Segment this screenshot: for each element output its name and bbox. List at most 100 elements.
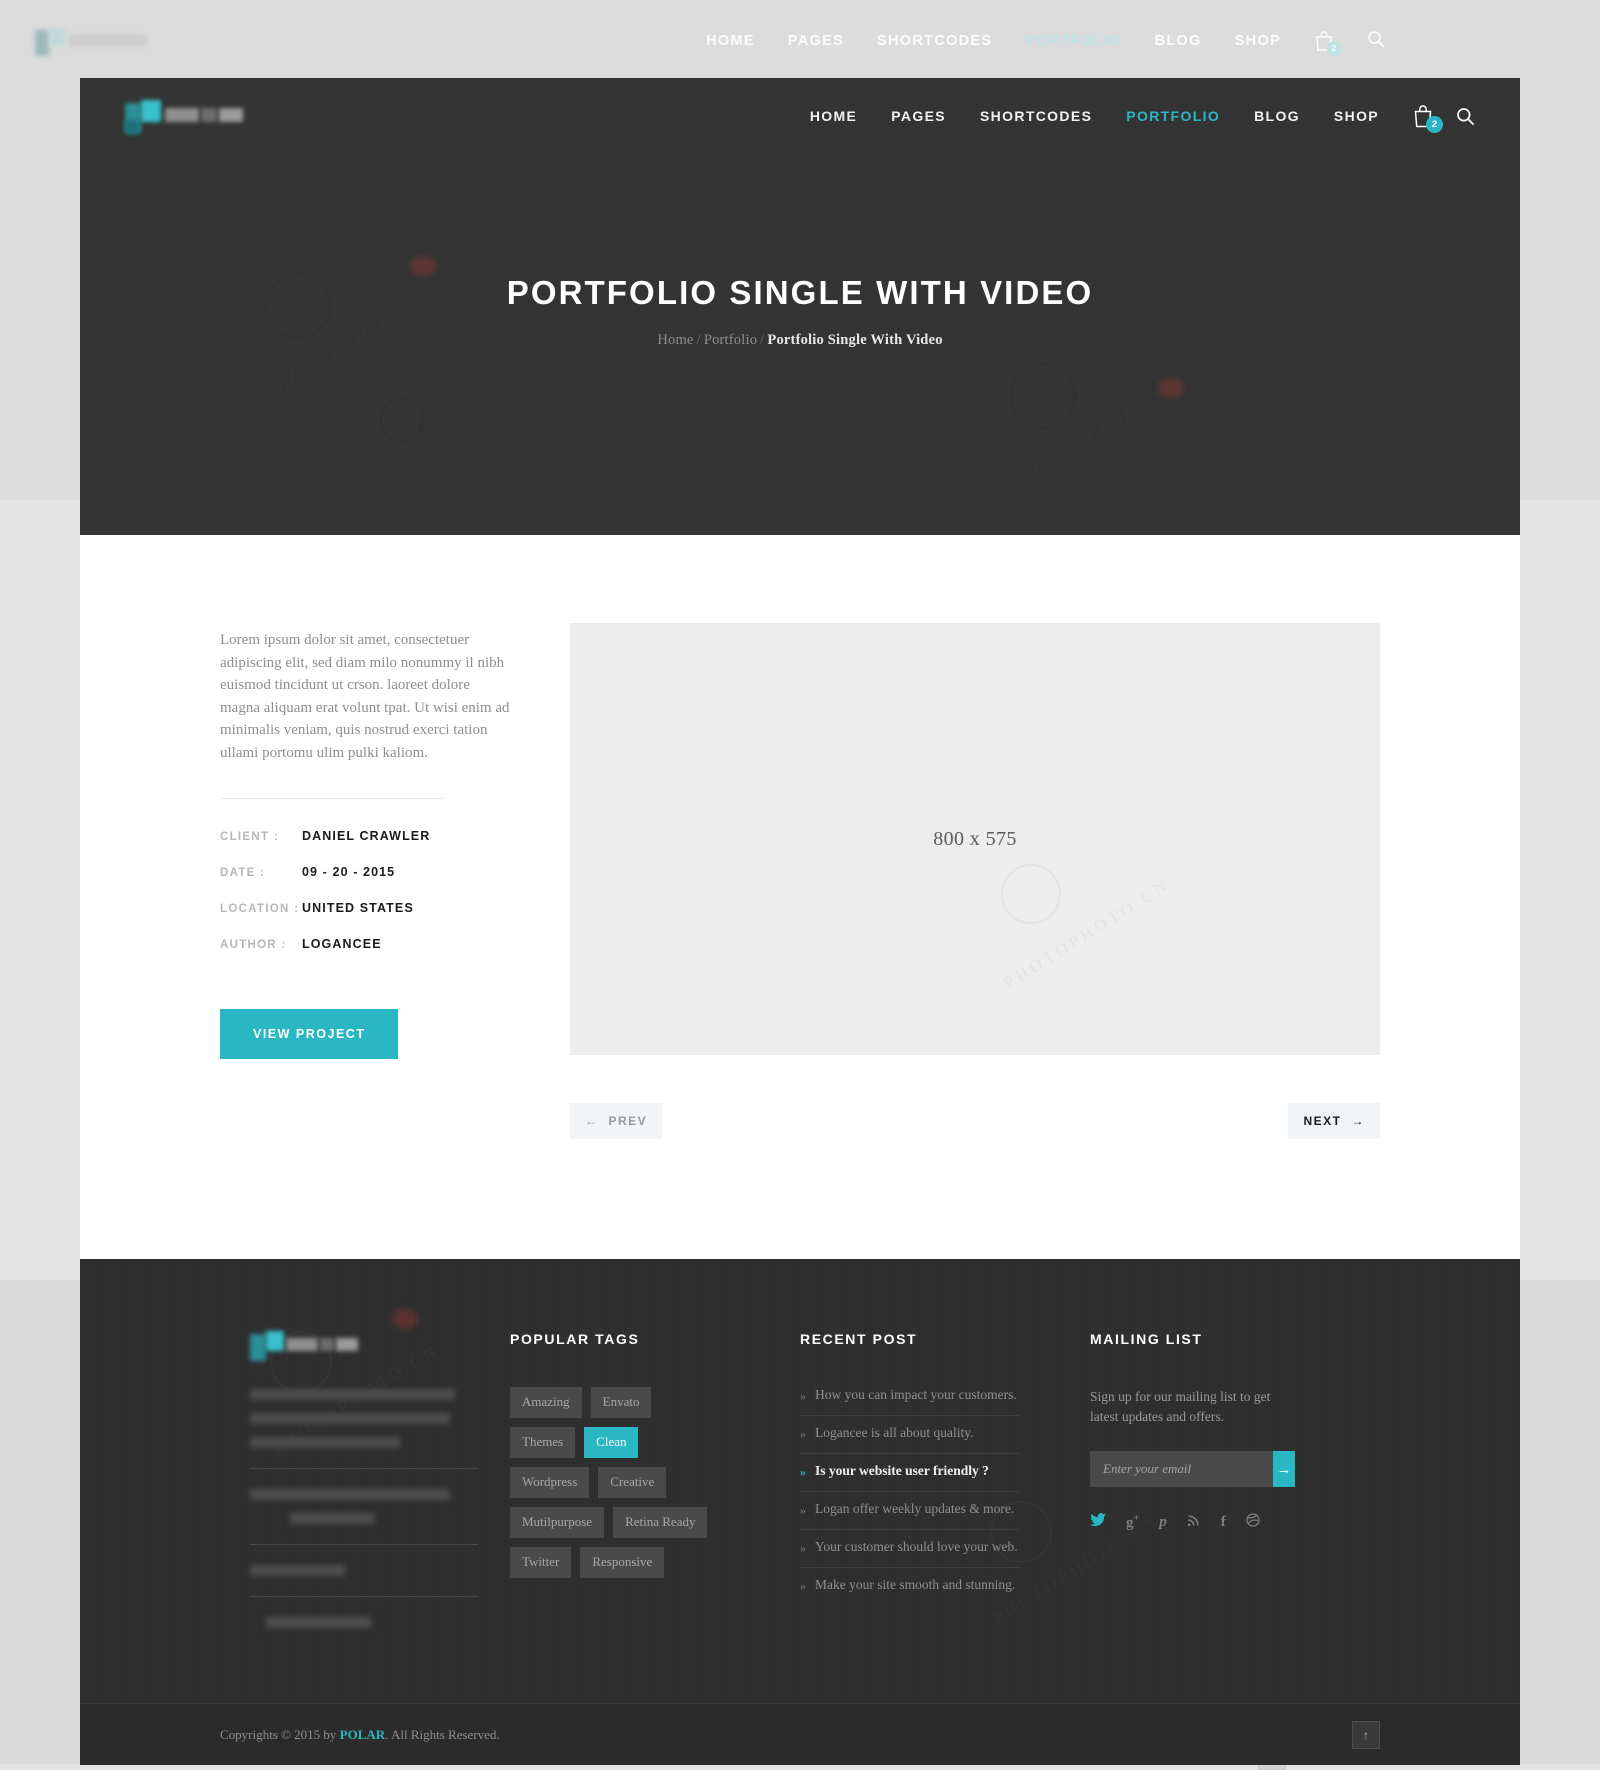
email-field[interactable] — [1090, 1451, 1273, 1487]
footer-mailing-column: MAILING LIST Sign up for our mailing lis… — [1090, 1331, 1380, 1641]
twitter-icon[interactable] — [1090, 1513, 1106, 1531]
rss-icon[interactable] — [1187, 1513, 1201, 1531]
breadcrumb-portfolio[interactable]: Portfolio — [704, 332, 757, 348]
dribbble-icon[interactable] — [1246, 1513, 1260, 1531]
scroll-to-top-button[interactable]: ↑ — [1352, 1720, 1380, 1749]
tag-item[interactable]: Responsive — [580, 1547, 665, 1578]
cart-badge: 2 — [1426, 116, 1443, 133]
breadcrumb-current: Portfolio Single With Video — [767, 332, 943, 348]
top-navigation-bar: HOME PAGES SHORTCODES PORTFOLIO BLOG SHO… — [80, 78, 1520, 154]
tag-item[interactable]: Twitter — [510, 1547, 572, 1578]
breadcrumb: Home / Portfolio / Portfolio Single With Vid… — [80, 332, 1520, 349]
nav-item-blog[interactable]: BLOG — [1237, 101, 1317, 131]
underlay-nav-item-1[interactable]: PAGES — [788, 33, 844, 49]
mailing-list-text: Sign up for our mailing list to get late… — [1090, 1389, 1271, 1424]
nav-item-home[interactable]: HOME — [793, 101, 874, 131]
copyright-pre: Copyrights © 2015 by — [220, 1726, 340, 1742]
prev-label: PREV — [608, 1114, 648, 1128]
list-item-active[interactable]: » Is your website user friendly ? — [800, 1454, 1020, 1492]
video-player[interactable]: 800 x 575 PHOTOPHOTO.CN — [570, 623, 1380, 1055]
tag-item[interactable]: Amazing — [510, 1387, 582, 1418]
tag-item[interactable]: Wordpress — [510, 1467, 590, 1498]
footer-bottom-inner: Copyrights © 2015 by POLAR. All Rights R… — [220, 1720, 1380, 1749]
footer-about-line — [250, 1413, 450, 1424]
underlay-nav-item-3[interactable]: PORTFOLIO — [1025, 33, 1121, 49]
tag-item[interactable]: Mutilpurpose — [510, 1507, 605, 1538]
breadcrumb-separator: / — [760, 332, 765, 348]
watermark-text: PHOTOPHOTO.CN — [1000, 874, 1174, 993]
header-icons: 2 — [1412, 104, 1475, 133]
project-meta-client: CLIENT : DANIEL CRAWLER — [220, 829, 510, 843]
recent-post-label: Your customer should love your web. — [815, 1539, 1018, 1554]
main-navigation: HOME PAGES SHORTCODES PORTFOLIO BLOG SHO… — [793, 101, 1475, 133]
meta-value-client: DANIEL CRAWLER — [302, 829, 431, 843]
prev-project-button[interactable]: ← PREV — [570, 1103, 663, 1139]
underlay-nav-item-0[interactable]: HOME — [706, 33, 755, 49]
list-item[interactable]: » How you can impact your customers. — [800, 1387, 1020, 1416]
shopping-bag-icon[interactable]: 2 — [1412, 104, 1443, 133]
search-icon[interactable] — [1456, 107, 1475, 126]
list-item[interactable]: » Logancee is all about quality. — [800, 1416, 1020, 1454]
tag-item[interactable]: Themes — [510, 1427, 576, 1458]
meta-value-date: 09 - 20 - 2015 — [302, 865, 396, 879]
nav-item-portfolio[interactable]: PORTFOLIO — [1109, 101, 1237, 131]
nav-item-pages[interactable]: PAGES — [874, 101, 963, 131]
tag-item-active[interactable]: Clean — [584, 1427, 639, 1458]
list-item[interactable]: » Logan offer weekly updates & more. — [800, 1492, 1020, 1530]
footer-columns: POPULAR TAGS Amazing Envato Themes Clean… — [220, 1331, 1380, 1641]
footer-bottom-bar: Copyrights © 2015 by POLAR. All Rights R… — [80, 1703, 1520, 1765]
recent-post-label: Logan offer weekly updates & more. — [815, 1501, 1015, 1516]
next-project-button[interactable]: NEXT → — [1288, 1103, 1380, 1139]
hero-content: PORTFOLIO SINGLE WITH VIDEO Home / Portfol… — [80, 274, 1520, 349]
copyright-post: . All Rights Reserved. — [385, 1726, 500, 1742]
project-meta-location: LOCATION : UNITED STATES — [220, 901, 510, 915]
tag-item[interactable]: Envato — [590, 1387, 652, 1418]
breadcrumb-separator: / — [696, 332, 701, 348]
footer-about-line — [250, 1437, 400, 1448]
list-item[interactable]: » Your customer should love your web. — [800, 1530, 1020, 1568]
nav-item-shop[interactable]: SHOP — [1317, 101, 1396, 131]
underlay-cart-icon[interactable]: 2 — [1314, 30, 1342, 56]
underlay-search-icon[interactable] — [1367, 30, 1385, 52]
popular-tags-title: POPULAR TAGS — [510, 1331, 640, 1347]
google-plus-icon[interactable]: g+ — [1126, 1513, 1139, 1531]
footer-about-column — [220, 1331, 510, 1641]
watermark-ring — [1010, 363, 1076, 429]
chevron-right-icon: » — [800, 1389, 806, 1403]
divider — [250, 1468, 478, 1469]
footer-about-line — [250, 1389, 455, 1400]
facebook-icon[interactable]: f — [1221, 1514, 1226, 1530]
pinterest-icon[interactable]: p — [1159, 1514, 1167, 1530]
meta-value-author: LOGANCEE — [302, 937, 382, 951]
video-placeholder-label: 800 x 575 — [933, 827, 1017, 850]
watermark-dot — [392, 1309, 418, 1329]
underlay-nav-item-4[interactable]: BLOG — [1155, 33, 1202, 49]
project-meta-date: DATE : 09 - 20 - 2015 — [220, 865, 510, 879]
subscribe-button[interactable]: → — [1273, 1451, 1295, 1487]
tag-item[interactable]: Retina Ready — [613, 1507, 708, 1538]
nav-item-shortcodes[interactable]: SHORTCODES — [963, 101, 1109, 131]
main-content: Lorem ipsum dolor sit amet, consectetuer… — [80, 535, 1520, 1259]
footer-about-line — [250, 1565, 345, 1576]
breadcrumb-home[interactable]: Home — [657, 332, 693, 348]
underlay-nav-item-2[interactable]: SHORTCODES — [877, 33, 992, 49]
watermark-dot — [410, 256, 436, 276]
chevron-right-icon: » — [800, 1427, 806, 1441]
tag-item[interactable]: Creative — [598, 1467, 667, 1498]
footer-logo[interactable] — [250, 1331, 478, 1361]
mailing-list-form: → — [1090, 1451, 1295, 1487]
meta-label-location: LOCATION : — [220, 903, 300, 915]
project-description: Lorem ipsum dolor sit amet, consectetuer… — [220, 632, 510, 761]
list-item[interactable]: » Make your site smooth and stunning. — [800, 1568, 1020, 1605]
view-project-button[interactable]: VIEW PROJECT — [220, 1009, 399, 1059]
divider — [250, 1596, 478, 1597]
recent-post-label: How you can impact your customers. — [815, 1387, 1017, 1402]
footer-tags-column: POPULAR TAGS Amazing Envato Themes Clean… — [510, 1331, 800, 1641]
underlay-nav-item-5[interactable]: SHOP — [1235, 33, 1281, 49]
site-logo[interactable] — [125, 100, 243, 134]
tag-list: Amazing Envato Themes Clean Wordpress Cr… — [510, 1387, 722, 1578]
footer-about-line — [250, 1489, 450, 1500]
page-title: PORTFOLIO SINGLE WITH VIDEO — [506, 274, 1094, 311]
copyright-brand[interactable]: POLAR — [340, 1727, 386, 1742]
divider — [250, 1544, 478, 1545]
